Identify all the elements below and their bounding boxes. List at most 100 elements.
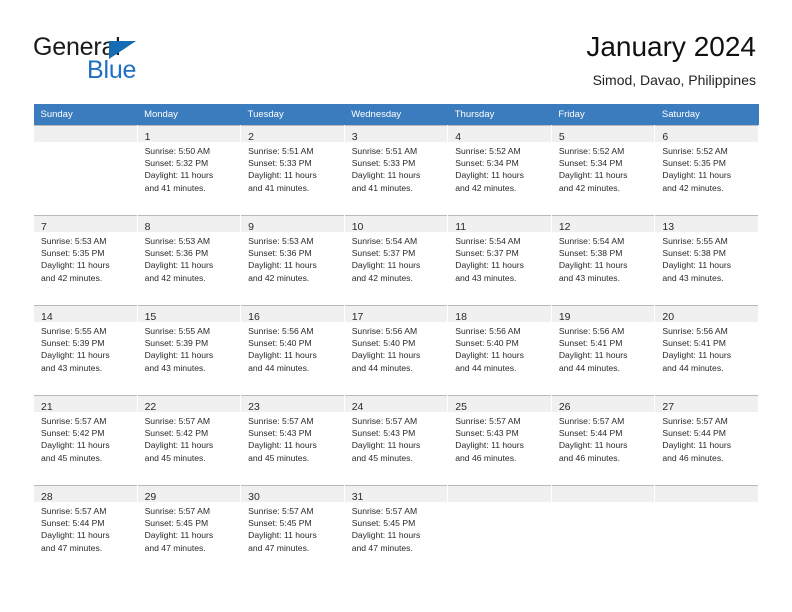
calendar-day-cell[interactable]: 1 Sunrise: 5:50 AM Sunset: 5:32 PM Daylight… xyxy=(136,125,242,215)
calendar-day-cell[interactable]: 12 Sunrise: 5:54 AM Sunset: 5:38 PM Dayligh… xyxy=(550,215,656,305)
sunrise-text: Sunrise: 5:55 AM xyxy=(41,326,107,336)
calendar-day-cell[interactable]: 13 Sunrise: 5:55 AM Sunset: 5:38 PM Dayligh… xyxy=(654,215,759,305)
day-cell-body: 26 Sunrise: 5:57 AM Sunset: 5:44 PM Dayligh… xyxy=(551,395,655,485)
daylight-text-line2: and 43 minutes. xyxy=(144,362,206,373)
day-number-bar: 14 xyxy=(34,306,137,323)
day-number-bar xyxy=(448,486,551,502)
day-number-bar: 26 xyxy=(551,396,655,413)
calendar-day-cell[interactable]: 14 Sunrise: 5:55 AM Sunset: 5:39 PM Dayligh… xyxy=(33,305,138,395)
day-number-bar: 8 xyxy=(137,216,241,233)
sunset-text: Sunset: 5:38 PM xyxy=(662,248,726,259)
calendar-day-cell[interactable]: 15 Sunrise: 5:55 AM Sunset: 5:39 PM Dayligh… xyxy=(136,305,242,395)
calendar-day-cell[interactable]: 6 Sunrise: 5:52 AM Sunset: 5:35 PM Daylight… xyxy=(654,125,759,215)
calendar-day-cell[interactable]: 17 Sunrise: 5:56 AM Sunset: 5:40 PM Dayligh… xyxy=(343,305,449,395)
calendar-week-row: 1 Sunrise: 5:50 AM Sunset: 5:32 PM Daylight… xyxy=(33,125,759,215)
day-number-bar: 12 xyxy=(551,216,655,233)
sunset-text: Sunset: 5:39 PM xyxy=(41,338,105,349)
day-cell-body: 2 Sunrise: 5:51 AM Sunset: 5:33 PM Daylight… xyxy=(241,125,344,215)
day-number-bar: 31 xyxy=(344,486,448,503)
calendar-day-cell[interactable]: 4 Sunrise: 5:52 AM Sunset: 5:34 PM Daylight… xyxy=(447,125,552,215)
page-title: January 2024 xyxy=(586,31,756,62)
daylight-text-line2: and 44 minutes. xyxy=(558,362,620,373)
daylight-text-line2: and 44 minutes. xyxy=(248,362,310,373)
sunset-text: Sunset: 5:44 PM xyxy=(662,428,726,439)
calendar-day-cell[interactable]: 20 Sunrise: 5:56 AM Sunset: 5:41 PM Dayligh… xyxy=(654,305,759,395)
calendar-day-cell[interactable]: 3 Sunrise: 5:51 AM Sunset: 5:33 PM Daylight… xyxy=(343,125,449,215)
day-number: 17 xyxy=(351,311,364,323)
sunrise-text: Sunrise: 5:51 AM xyxy=(248,146,314,156)
daylight-text-line1: Daylight: 11 hours xyxy=(662,260,732,271)
day-number: 22 xyxy=(144,401,157,413)
daylight-text-line1: Daylight: 11 hours xyxy=(41,440,110,451)
calendar-day-cell[interactable]: 7 Sunrise: 5:53 AM Sunset: 5:35 PM Daylight… xyxy=(33,215,138,305)
day-number: 23 xyxy=(248,401,260,413)
sunrise-text: Sunrise: 5:54 AM xyxy=(558,236,625,246)
weekday-header-sunday: Sunday xyxy=(33,104,138,125)
weekday-header-friday: Friday xyxy=(551,104,655,125)
calendar-day-cell[interactable]: 29 Sunrise: 5:57 AM Sunset: 5:45 PM Dayligh… xyxy=(136,485,242,575)
general-blue-logo[interactable]: General Blue xyxy=(33,35,273,91)
daylight-text-line1: Daylight: 11 hours xyxy=(351,530,421,541)
calendar-day-cell[interactable]: 11 Sunrise: 5:54 AM Sunset: 5:37 PM Dayligh… xyxy=(447,215,552,305)
day-number-bar: 25 xyxy=(448,396,551,413)
day-number: 3 xyxy=(351,131,358,143)
sunrise-text: Sunrise: 5:57 AM xyxy=(144,506,211,516)
day-number: 27 xyxy=(662,401,675,413)
calendar-day-cell[interactable]: 31 Sunrise: 5:57 AM Sunset: 5:45 PM Dayligh… xyxy=(343,485,449,575)
daylight-text-line2: and 43 minutes. xyxy=(455,272,517,283)
daylight-text-line2: and 42 minutes. xyxy=(248,272,310,283)
daylight-text-line2: and 46 minutes. xyxy=(662,452,724,463)
calendar-empty-cell xyxy=(447,485,552,575)
day-number-bar: 27 xyxy=(655,396,758,413)
calendar-day-cell[interactable]: 18 Sunrise: 5:56 AM Sunset: 5:40 PM Dayligh… xyxy=(447,305,552,395)
day-cell-body: 31 Sunrise: 5:57 AM Sunset: 5:45 PM Dayligh… xyxy=(344,485,448,575)
calendar-day-cell[interactable]: 26 Sunrise: 5:57 AM Sunset: 5:44 PM Dayligh… xyxy=(550,395,656,485)
page-header: General Blue January 2024 Simod, Davao, … xyxy=(0,0,792,102)
sunrise-text: Sunrise: 5:53 AM xyxy=(144,236,211,246)
calendar-day-cell[interactable]: 16 Sunrise: 5:56 AM Sunset: 5:40 PM Dayligh… xyxy=(240,305,345,395)
daylight-text-line1: Daylight: 11 hours xyxy=(662,440,732,451)
calendar-day-cell[interactable]: 25 Sunrise: 5:57 AM Sunset: 5:43 PM Dayligh… xyxy=(447,395,552,485)
daylight-text-line2: and 41 minutes. xyxy=(248,182,310,193)
day-cell-body: 25 Sunrise: 5:57 AM Sunset: 5:43 PM Dayligh… xyxy=(448,395,551,485)
calendar-day-cell[interactable]: 5 Sunrise: 5:52 AM Sunset: 5:34 PM Daylight… xyxy=(550,125,656,215)
sunset-text: Sunset: 5:37 PM xyxy=(455,248,519,259)
day-number: 25 xyxy=(455,401,467,413)
sunset-text: Sunset: 5:35 PM xyxy=(662,158,726,169)
day-sun-info: Sunrise: 5:57 AM Sunset: 5:45 PM Daylight:… xyxy=(241,502,344,554)
day-number: 1 xyxy=(144,131,151,143)
day-number-bar xyxy=(551,486,655,502)
day-cell-body: 27 Sunrise: 5:57 AM Sunset: 5:44 PM Dayligh… xyxy=(655,395,758,485)
calendar-day-cell[interactable]: 22 Sunrise: 5:57 AM Sunset: 5:42 PM Dayligh… xyxy=(136,395,242,485)
day-number: 30 xyxy=(248,491,260,503)
sunrise-text: Sunrise: 5:57 AM xyxy=(351,416,418,426)
daylight-text-line1: Daylight: 11 hours xyxy=(248,260,317,271)
daylight-text-line2: and 45 minutes. xyxy=(351,452,413,463)
daylight-text-line2: and 46 minutes. xyxy=(558,452,620,463)
day-cell-body: 3 Sunrise: 5:51 AM Sunset: 5:33 PM Daylight… xyxy=(344,125,448,215)
calendar-day-cell[interactable]: 28 Sunrise: 5:57 AM Sunset: 5:44 PM Dayligh… xyxy=(33,485,138,575)
calendar-day-cell[interactable]: 21 Sunrise: 5:57 AM Sunset: 5:42 PM Dayligh… xyxy=(33,395,138,485)
calendar-day-cell[interactable]: 30 Sunrise: 5:57 AM Sunset: 5:45 PM Dayligh… xyxy=(240,485,345,575)
calendar-day-cell[interactable]: 24 Sunrise: 5:57 AM Sunset: 5:43 PM Dayligh… xyxy=(343,395,449,485)
calendar-day-cell[interactable]: 27 Sunrise: 5:57 AM Sunset: 5:44 PM Dayligh… xyxy=(654,395,759,485)
day-sun-info: Sunrise: 5:55 AM Sunset: 5:38 PM Daylight:… xyxy=(655,232,758,284)
day-sun-info: Sunrise: 5:57 AM Sunset: 5:43 PM Daylight:… xyxy=(448,412,551,464)
calendar-day-cell[interactable]: 10 Sunrise: 5:54 AM Sunset: 5:37 PM Dayligh… xyxy=(343,215,449,305)
calendar-day-cell[interactable]: 19 Sunrise: 5:56 AM Sunset: 5:41 PM Dayligh… xyxy=(550,305,656,395)
calendar-day-cell[interactable]: 9 Sunrise: 5:53 AM Sunset: 5:36 PM Daylight… xyxy=(240,215,345,305)
sunrise-text: Sunrise: 5:50 AM xyxy=(144,146,211,156)
day-cell-body: 7 Sunrise: 5:53 AM Sunset: 5:35 PM Daylight… xyxy=(34,215,137,305)
daylight-text-line1: Daylight: 11 hours xyxy=(144,260,214,271)
day-cell-body: 6 Sunrise: 5:52 AM Sunset: 5:35 PM Daylight… xyxy=(655,125,758,215)
calendar-day-cell[interactable]: 23 Sunrise: 5:57 AM Sunset: 5:43 PM Dayligh… xyxy=(240,395,345,485)
sunrise-text: Sunrise: 5:53 AM xyxy=(248,236,314,246)
day-number: 24 xyxy=(351,401,364,413)
calendar-day-cell[interactable]: 2 Sunrise: 5:51 AM Sunset: 5:33 PM Daylight… xyxy=(240,125,345,215)
daylight-text-line1: Daylight: 11 hours xyxy=(351,260,421,271)
day-number: 7 xyxy=(41,221,47,233)
sunset-text: Sunset: 5:40 PM xyxy=(455,338,519,349)
sunrise-text: Sunrise: 5:57 AM xyxy=(41,506,107,516)
sunset-text: Sunset: 5:37 PM xyxy=(351,248,416,259)
calendar-day-cell[interactable]: 8 Sunrise: 5:53 AM Sunset: 5:36 PM Daylight… xyxy=(136,215,242,305)
